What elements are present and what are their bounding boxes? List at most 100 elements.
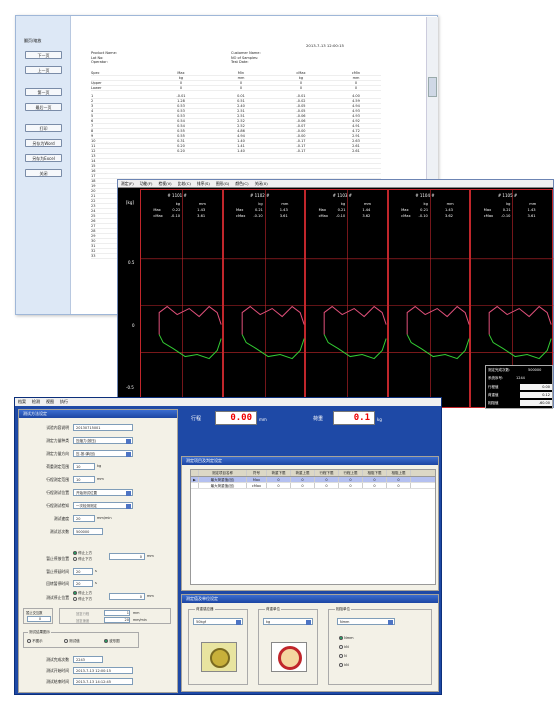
table-cell[interactable]: cMax bbox=[247, 483, 267, 488]
radio-dot[interactable] bbox=[73, 557, 77, 561]
menu-run[interactable]: 执行 bbox=[60, 398, 68, 406]
table-cell[interactable]: 0 bbox=[315, 477, 339, 482]
close-button[interactable]: 关闭 bbox=[25, 169, 62, 177]
form-label: 测试速度 bbox=[53, 516, 69, 521]
phase-option-n[interactable]: N bbox=[339, 652, 354, 661]
save-word-button[interactable]: 另存为Word bbox=[25, 139, 62, 147]
report-cell: 0.20 bbox=[177, 149, 185, 153]
report-cell: 2.52 bbox=[237, 119, 245, 123]
menu-compare[interactable]: 比较(C) bbox=[178, 180, 191, 187]
phase-option-kn[interactable]: kN bbox=[339, 643, 354, 652]
graph-values-radio[interactable]: 测试值 bbox=[64, 639, 80, 644]
table-cell[interactable]: 0 bbox=[291, 483, 315, 488]
pause-time-label: 暂止停延时间 bbox=[46, 569, 69, 574]
last-page-button[interactable]: 最后一页 bbox=[25, 103, 62, 111]
report-cell: -0.17 bbox=[296, 149, 306, 153]
phase-unit-select[interactable]: Nmm bbox=[337, 618, 395, 625]
form-input[interactable]: 20130715001 bbox=[73, 424, 133, 431]
table-cell[interactable]: 0 bbox=[267, 477, 291, 482]
radio-dot[interactable] bbox=[339, 636, 343, 640]
radio-dot[interactable] bbox=[339, 654, 343, 658]
radio-dot[interactable] bbox=[73, 591, 77, 595]
channel-title: # 1101 # bbox=[167, 193, 187, 198]
table-cell[interactable]: 0 bbox=[387, 477, 411, 482]
menu-color[interactable]: 颜色(C) bbox=[235, 180, 248, 187]
menu-sort[interactable]: 排序(S) bbox=[197, 180, 210, 187]
table-cell[interactable]: 0 bbox=[291, 477, 315, 482]
graph-none-radio[interactable]: 不图示 bbox=[27, 639, 43, 644]
prev-page-button[interactable]: 上一页 bbox=[25, 66, 62, 74]
table-cell[interactable]: ▶ bbox=[191, 477, 199, 482]
report-cell: -0.06 bbox=[296, 114, 306, 118]
form-input[interactable]: 20 bbox=[73, 515, 95, 522]
recovery-speed-input[interactable]: 20 bbox=[104, 617, 130, 623]
table-cell[interactable]: 最大荷重值(回) bbox=[199, 477, 247, 482]
form-label: 行程测试位置 bbox=[46, 490, 69, 495]
report-cell: -0.00 bbox=[296, 129, 306, 133]
report-cell: 9 bbox=[91, 134, 94, 138]
radio-dot[interactable] bbox=[73, 551, 77, 555]
channel-cmax-stroke: 3.61 bbox=[197, 214, 206, 218]
table-cell[interactable]: 0 bbox=[339, 483, 363, 488]
phase-option-kn2[interactable]: kN bbox=[339, 661, 354, 670]
table-cell[interactable]: 0 bbox=[267, 483, 291, 488]
pause-down-radio[interactable]: 停止下方 bbox=[73, 556, 92, 562]
sys-label: 系统序号: bbox=[488, 376, 504, 380]
menu-function[interactable]: 功能(F) bbox=[140, 180, 153, 187]
radio-dot[interactable] bbox=[339, 663, 343, 667]
menu-graph[interactable]: 图形(G) bbox=[216, 180, 230, 187]
table-cell[interactable] bbox=[191, 483, 199, 488]
pause-position-input[interactable]: 0 bbox=[109, 553, 145, 560]
form-select[interactable]: 压-按-弹(回) bbox=[73, 450, 133, 457]
menu-view[interactable]: 检视(V) bbox=[159, 180, 172, 187]
load-unit-select[interactable]: kg bbox=[263, 618, 313, 625]
channel-max-stroke: 1.43 bbox=[444, 208, 453, 212]
menu-measure[interactable]: 测定(F) bbox=[121, 180, 134, 187]
table-cell[interactable]: 0 bbox=[339, 477, 363, 482]
pause-count-input[interactable]: 0 bbox=[27, 616, 51, 622]
menu-file[interactable]: 档案 bbox=[18, 398, 26, 406]
table-cell[interactable]: 0 bbox=[315, 483, 339, 488]
form-input[interactable]: 10 bbox=[73, 463, 95, 470]
print-button[interactable]: 打印 bbox=[25, 124, 62, 132]
form-select[interactable]: 一次检测测定 bbox=[73, 502, 133, 509]
graph-wave-radio[interactable]: 波形图 bbox=[104, 639, 120, 644]
report-cell: 10 bbox=[91, 139, 96, 143]
table-cell[interactable]: 0 bbox=[363, 477, 387, 482]
stop-position-input[interactable]: 0 bbox=[109, 593, 145, 600]
table-cell[interactable]: 最大荷重值(回) bbox=[199, 483, 247, 488]
report-cell: -0.00 bbox=[296, 134, 306, 138]
load-sensor-select[interactable]: 50kgf bbox=[193, 618, 243, 625]
radio-dot[interactable] bbox=[339, 645, 343, 649]
table-cell[interactable]: 0 bbox=[363, 483, 387, 488]
save-excel-button[interactable]: 另存为Excel bbox=[25, 154, 62, 162]
menu-view[interactable]: 视图 bbox=[46, 398, 54, 406]
load-unit-title: 荷重单位 bbox=[265, 607, 281, 612]
next-page-button[interactable]: 下一页 bbox=[25, 51, 62, 59]
radio-dot[interactable] bbox=[27, 639, 31, 643]
return-time-input[interactable]: 20 bbox=[73, 580, 93, 587]
items-panel: 测定项目及判定设定 测定项目名称 符号 荷重下限 荷重上限 行程下限 行程上限 相阻下限 相阻… bbox=[181, 456, 439, 591]
form-select[interactable]: 开始测试位置 bbox=[73, 489, 133, 496]
recovery-speed-label: 回复速度 bbox=[76, 619, 90, 623]
radio-dot[interactable] bbox=[104, 639, 108, 643]
pause-time-input[interactable]: 20 bbox=[73, 568, 93, 575]
stop-down-radio[interactable]: 停止下方 bbox=[73, 596, 92, 602]
table-cell[interactable]: 0 bbox=[387, 483, 411, 488]
report-cell: 0.20 bbox=[177, 144, 185, 148]
report-scroll-thumb[interactable] bbox=[428, 77, 437, 97]
report-cell: 4.91 bbox=[352, 124, 360, 128]
menu-test[interactable]: 检测 bbox=[32, 398, 40, 406]
recovery-stroke-input[interactable]: 1 bbox=[104, 610, 130, 616]
pause-time-unit: s bbox=[95, 569, 97, 573]
table-cell[interactable]: Max bbox=[247, 477, 267, 482]
first-page-button[interactable]: 第一页 bbox=[25, 88, 62, 96]
pause-count-group: 暂止交互数 0 bbox=[23, 608, 53, 624]
form-input[interactable]: 500000 bbox=[73, 528, 103, 535]
phase-option-nmm[interactable]: Nmm bbox=[339, 634, 354, 643]
form-input[interactable]: 10 bbox=[73, 476, 95, 483]
form-select[interactable]: 压缩力(按压) bbox=[73, 437, 133, 444]
radio-dot[interactable] bbox=[73, 597, 77, 601]
radio-dot[interactable] bbox=[64, 639, 68, 643]
menu-close[interactable]: 关闭(X) bbox=[255, 180, 268, 187]
